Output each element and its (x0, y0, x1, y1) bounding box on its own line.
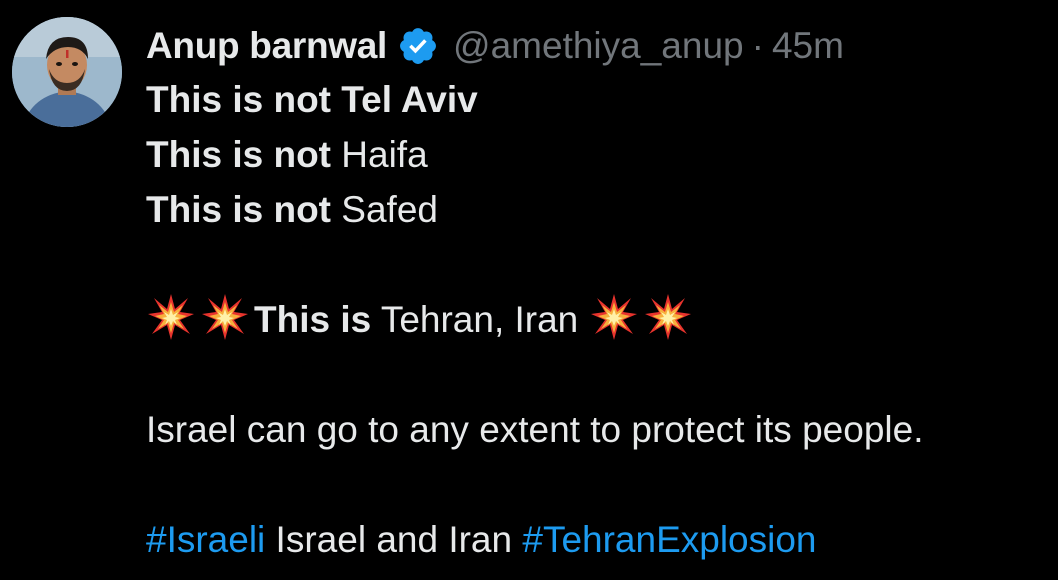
text-normal: Haifa (331, 134, 428, 175)
author-name[interactable]: Anup barnwal (146, 25, 387, 67)
collision-emoji-icon (146, 292, 196, 342)
collision-emoji-icon (589, 292, 639, 342)
text-line-1: This is not Tel Aviv (146, 72, 1046, 127)
hashtag-link[interactable]: #TehranExplosion (522, 519, 816, 560)
tweet-content: Anup barnwal @amethiya_anup · 45m This i… (146, 20, 1046, 567)
text-line-5: Israel can go to any extent to protect i… (146, 402, 1046, 457)
text-bold: This is not (146, 189, 331, 230)
avatar[interactable] (12, 17, 122, 127)
text-normal: Israel can go to any extent to protect i… (146, 409, 924, 450)
text-bold: This is (254, 299, 372, 340)
separator-dot: · (751, 25, 764, 66)
verified-badge-icon[interactable] (397, 25, 439, 67)
collision-emoji-icon (643, 292, 693, 342)
timestamp[interactable]: 45m (772, 25, 844, 67)
hashtag-link[interactable]: #Israeli (146, 519, 265, 560)
tweet-text: This is not Tel Aviv This is not Haifa T… (146, 72, 1046, 567)
author-handle[interactable]: @amethiya_anup (453, 25, 744, 67)
user-photo-avatar-icon (12, 17, 122, 127)
tweet-header: Anup barnwal @amethiya_anup · 45m (146, 20, 1046, 72)
tweet[interactable]: Anup barnwal @amethiya_anup · 45m This i… (0, 0, 1058, 580)
text-line-2: This is not Haifa (146, 127, 1046, 182)
text-normal: Israel and Iran (265, 519, 523, 560)
collision-emoji-icon (200, 292, 250, 342)
text-line-6: #Israeli Israel and Iran #TehranExplosio… (146, 512, 1046, 567)
text-bold: This is not (146, 134, 331, 175)
text-line-3: This is not Safed (146, 182, 1046, 237)
text-normal: Tehran, Iran (371, 299, 589, 340)
text-normal: Safed (331, 189, 438, 230)
text-line-4: This is Tehran, Iran (146, 292, 1046, 347)
text-bold: This is not Tel Aviv (146, 79, 478, 120)
